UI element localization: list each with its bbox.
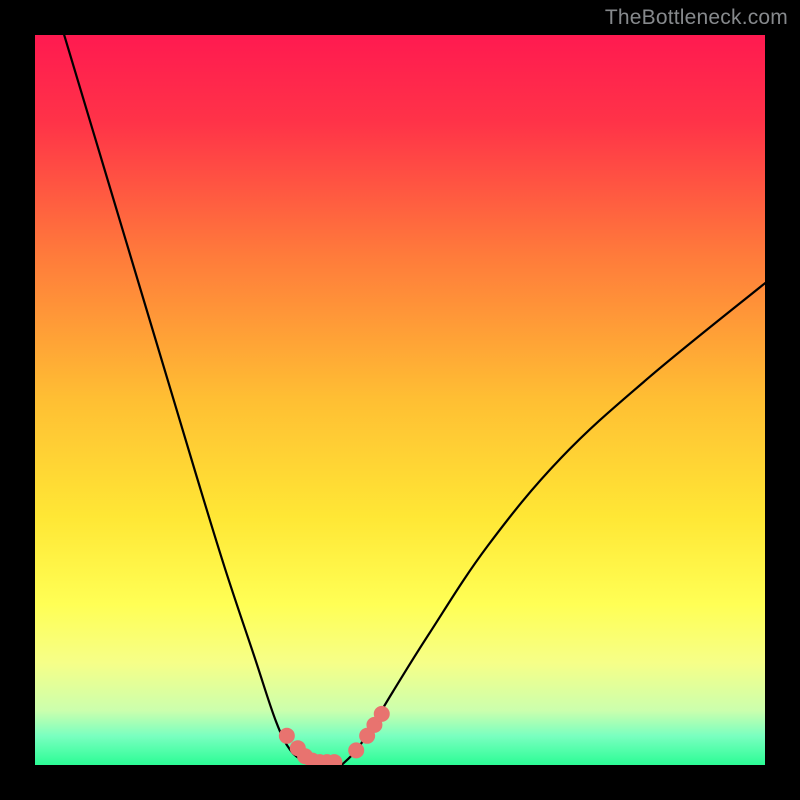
marker-point [348,742,364,758]
gradient-background [35,35,765,765]
marker-point [279,728,295,744]
marker-point [374,706,390,722]
chart-svg [35,35,765,765]
plot-area [35,35,765,765]
watermark-text: TheBottleneck.com [605,6,788,30]
chart-container: TheBottleneck.com [0,0,800,800]
